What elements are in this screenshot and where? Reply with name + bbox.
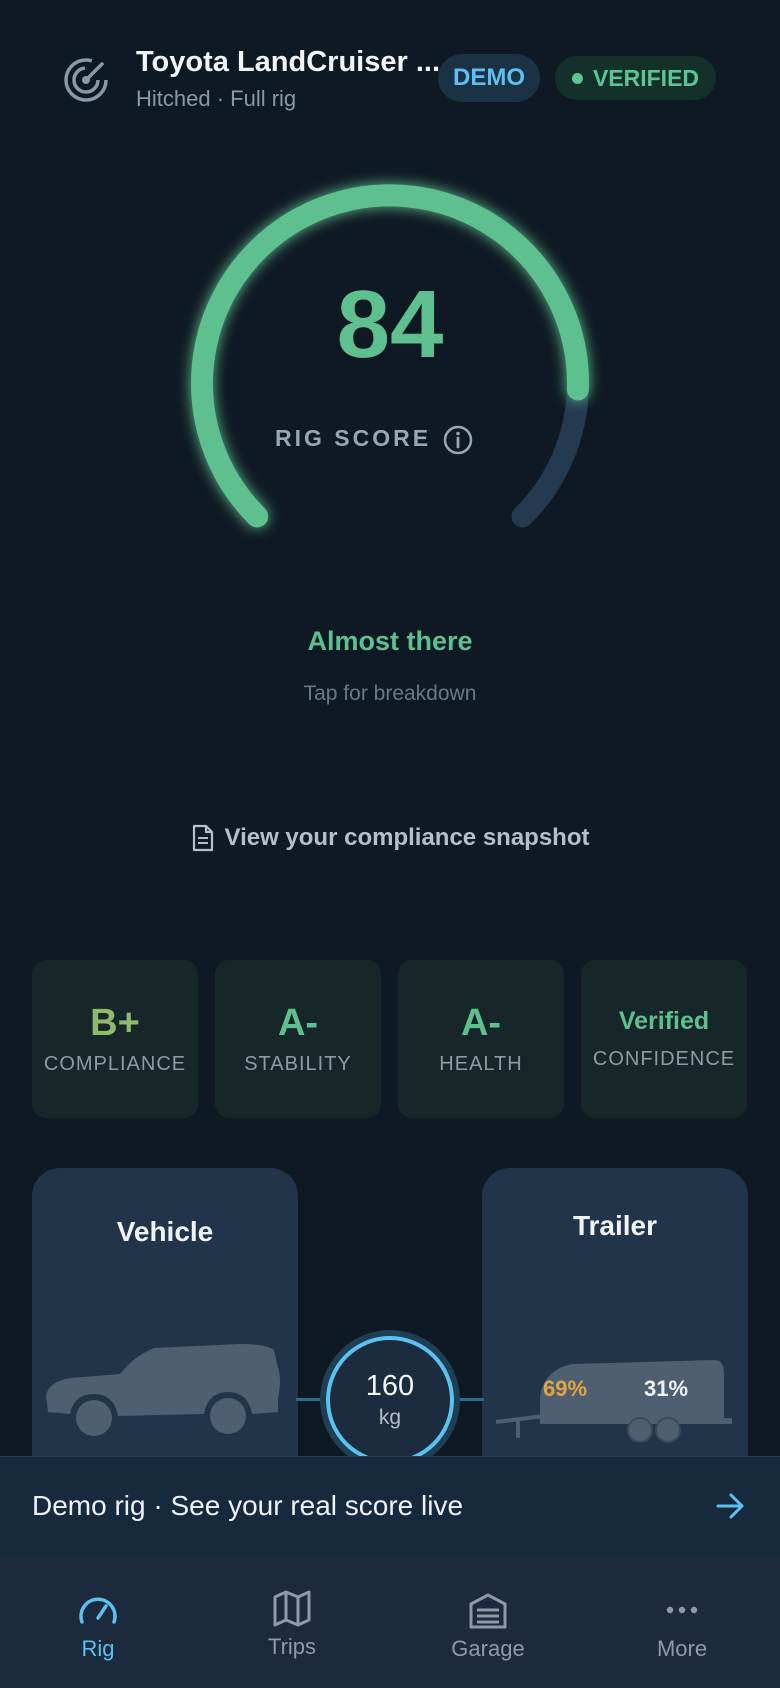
demo-banner-text: Demo rig · See your real score live [32, 1490, 464, 1521]
nav-tab-trips[interactable]: Trips [212, 1588, 372, 1660]
compliance-snapshot-link[interactable]: View your compliance snapshot [0, 824, 780, 852]
rig-score-value: 84 [336, 271, 444, 378]
garage-icon [469, 1593, 507, 1629]
rig-score-label: RIG SCORE [275, 425, 432, 451]
verified-badge: VERIFIED [555, 56, 716, 100]
vehicle-title: Vehicle [116, 1216, 214, 1247]
nav-tab-rig[interactable]: Rig [18, 1590, 178, 1662]
map-icon [273, 1590, 311, 1627]
trailer-split-left: 69% [543, 1376, 588, 1401]
grade-value: B+ [90, 1002, 140, 1044]
grade-card-confidence[interactable]: Verified CONFIDENCE [581, 960, 747, 1118]
more-dots-icon [666, 1606, 698, 1614]
trailer-split-right: 31% [644, 1376, 689, 1401]
suv-silhouette-icon [46, 1344, 280, 1436]
radar-logo-icon [64, 58, 108, 102]
grade-label: HEALTH [439, 1053, 523, 1075]
nav-label: Trips [267, 1634, 317, 1659]
rig-status-subtitle: Hitched · Full rig [136, 86, 297, 111]
document-icon [192, 824, 213, 852]
nav-tab-more[interactable]: More [602, 1590, 762, 1662]
verified-badge-label: VERIFIED [592, 64, 700, 91]
nav-label: Garage [451, 1636, 525, 1661]
grade-label: CONFIDENCE [592, 1048, 736, 1070]
status-dot-icon [571, 72, 583, 84]
speedometer-icon [79, 1597, 117, 1624]
grade-value: A- [460, 1002, 502, 1044]
breakdown-hint[interactable]: Tap for breakdown [0, 682, 780, 706]
grade-value: A- [277, 1002, 319, 1044]
grade-card-health[interactable]: A- HEALTH [398, 960, 564, 1118]
vehicle-title[interactable]: Toyota LandCruiser ... [136, 46, 440, 79]
nav-tab-garage[interactable]: Garage [408, 1590, 568, 1662]
grade-label: STABILITY [244, 1053, 352, 1075]
ball-weight-value: 160 [365, 1370, 415, 1402]
vehicle-panel[interactable]: Vehicle [32, 1168, 298, 1468]
compliance-snapshot-label: View your compliance snapshot [224, 824, 590, 851]
grade-value: Verified [618, 1007, 710, 1035]
trailer-panel[interactable]: Trailer [482, 1168, 748, 1468]
ball-weight-unit: kg [378, 1406, 402, 1429]
nav-label: Rig [81, 1636, 115, 1661]
caravan-silhouette-icon [495, 1360, 732, 1443]
score-status-text: Almost there [307, 626, 473, 656]
demo-badge: DEMO [438, 54, 540, 102]
arrow-right-icon[interactable] [712, 1488, 748, 1524]
trailer-title: Trailer [572, 1210, 658, 1241]
grade-label: COMPLIANCE [43, 1053, 187, 1075]
grade-card-stability[interactable]: A- STABILITY [215, 960, 381, 1118]
grade-card-compliance[interactable]: B+ COMPLIANCE [32, 960, 198, 1118]
nav-label: More [656, 1636, 708, 1661]
info-icon[interactable] [442, 424, 474, 456]
